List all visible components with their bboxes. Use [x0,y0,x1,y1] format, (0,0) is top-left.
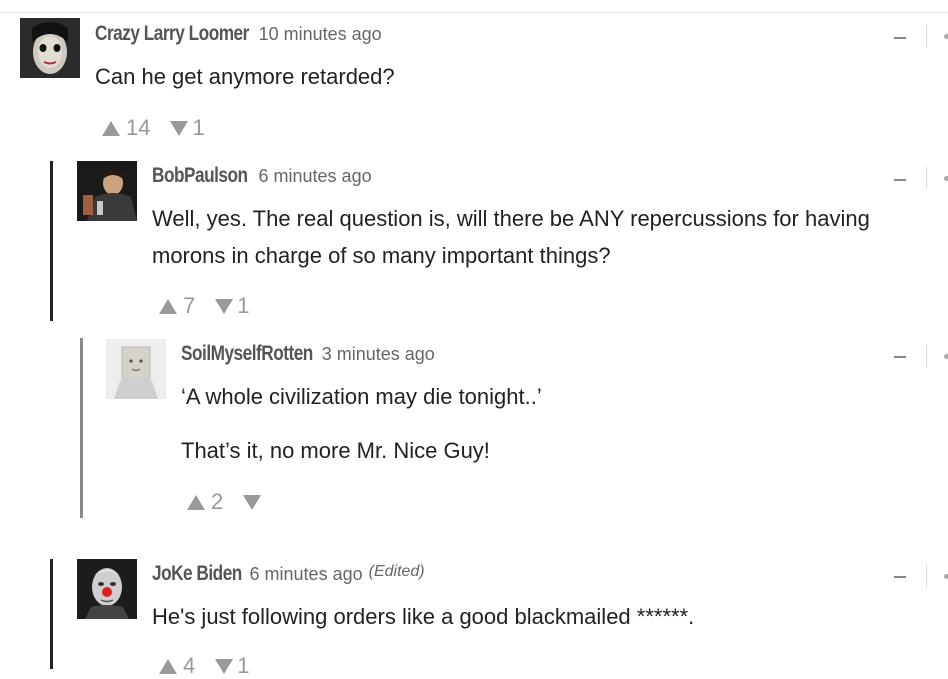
avatar[interactable] [77,559,137,619]
vote-bar: 4 1 [159,653,250,679]
triangle-down-icon [170,120,189,136]
header-divider [926,167,927,189]
triangle-down-icon [243,494,262,510]
edited-label: (Edited) [368,563,425,580]
minus-icon[interactable] [894,576,906,578]
upvote-count: 2 [211,489,224,514]
top-divider [0,12,948,13]
minus-icon[interactable] [894,179,906,181]
thread-line[interactable] [50,161,53,321]
more-dot-icon[interactable] [944,176,948,181]
upvote-count: 4 [183,653,196,678]
minus-icon[interactable] [894,356,906,358]
thread-line[interactable] [50,559,53,669]
upvote-count: 7 [183,293,196,318]
comment-text: ‘A whole civilization may die tonight..’ [181,384,542,409]
downvote-button[interactable]: 1 [215,293,250,319]
comment-text: He's just following orders like a good b… [152,604,695,629]
vote-bar: 7 1 [159,293,250,319]
more-dot-icon[interactable] [944,574,948,579]
comment-text: Well, yes. The real question is, will th… [152,206,870,268]
downvote-button[interactable]: 1 [215,653,250,679]
comment-text: Can he get anymore retarded? [95,64,395,89]
timestamp[interactable]: 3 minutes ago [322,344,435,365]
more-dot-icon[interactable] [944,34,948,39]
comment-header: Crazy Larry Loomer 10 minutes ago [95,22,382,48]
thread-line[interactable] [80,338,83,518]
avatar[interactable] [106,339,166,399]
upvote-button[interactable]: 7 [159,293,195,319]
timestamp[interactable]: 10 minutes ago [259,24,382,45]
comment-text: That’s it, no more Mr. Nice Guy! [181,438,490,463]
triangle-up-icon [187,494,205,510]
username[interactable]: JoKe Biden [152,562,242,586]
upvote-button[interactable]: 14 [102,115,150,141]
timestamp[interactable]: 6 minutes ago [259,166,372,187]
header-divider [926,345,927,367]
header-divider [926,565,927,587]
username[interactable]: BobPaulson [152,164,248,188]
upvote-button[interactable]: 2 [187,489,223,515]
downvote-button[interactable]: 1 [170,115,205,141]
comment-header: SoilMyselfRotten 3 minutes ago [181,342,435,368]
triangle-down-icon [215,658,234,674]
comment-header: JoKe Biden 6 minutes ago (Edited) [152,562,425,588]
timestamp[interactable]: 6 minutes ago [250,564,363,585]
downvote-count: 1 [237,293,250,318]
minus-icon[interactable] [894,37,906,39]
more-dot-icon[interactable] [944,354,948,359]
downvote-button[interactable] [243,494,265,510]
triangle-up-icon [159,298,177,314]
comment-header: BobPaulson 6 minutes ago [152,164,372,190]
header-divider [926,25,927,47]
triangle-down-icon [215,298,234,314]
avatar[interactable] [20,18,80,78]
vote-bar: 14 1 [102,115,205,141]
username[interactable]: SoilMyselfRotten [181,342,313,366]
username[interactable]: Crazy Larry Loomer [95,22,249,46]
downvote-count: 1 [192,115,205,140]
upvote-count: 14 [126,115,151,140]
triangle-up-icon [102,120,120,136]
avatar[interactable] [77,161,137,221]
triangle-up-icon [159,658,177,674]
vote-bar: 2 [187,489,265,515]
upvote-button[interactable]: 4 [159,653,195,679]
downvote-count: 1 [237,653,250,678]
